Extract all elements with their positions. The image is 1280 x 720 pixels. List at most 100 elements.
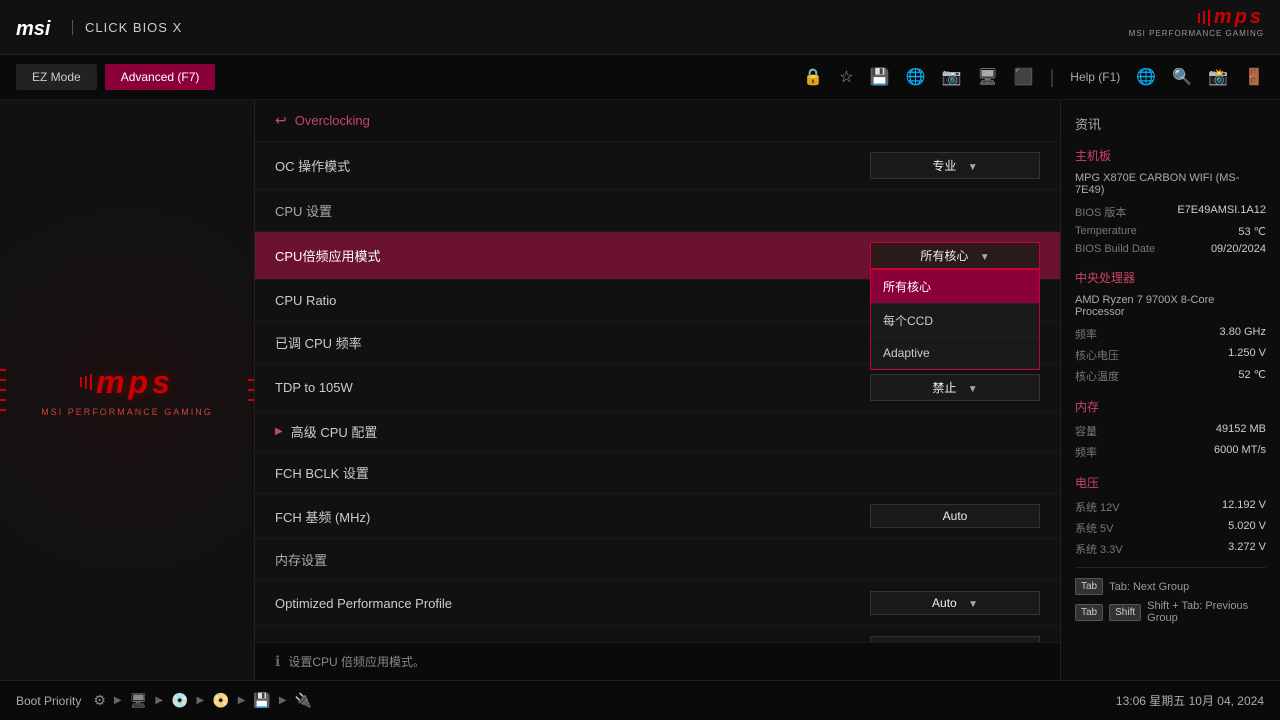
bios-version-value: E7E49AMSI.1A12 [1177, 204, 1266, 220]
v12-value: 12.192 V [1222, 499, 1266, 515]
cpu-ratio-mode-label: CPU倍频应用模式 [275, 246, 380, 265]
boot-arrow-4: ▶ [238, 695, 246, 706]
advanced-cpu-row[interactable]: ▶ 高级 CPU 配置 [255, 412, 1060, 452]
shortcut2-text: Shift + Tab: Previous Group [1147, 600, 1266, 624]
advanced-cpu-label: 高级 CPU 配置 [291, 422, 378, 441]
info-title: 资讯 [1075, 114, 1266, 133]
shortcut1-row: Tab Tab: Next Group [1075, 578, 1266, 595]
sidebar-lines-right [248, 377, 254, 403]
exit-icon[interactable]: 🚪 [1244, 67, 1264, 87]
boot-icon-4[interactable]: 📀 [212, 692, 229, 709]
cpu-ratio-dropdown-menu[interactable]: 所有核心 每个CCD Adaptive [870, 269, 1040, 370]
v33-row: 系统 3.3V 3.272 V [1075, 541, 1266, 557]
cpu-ratio-down-arrow: ▼ [980, 252, 990, 263]
msi-logo-icon: msi [16, 15, 56, 39]
cpu-ratio-label: CPU Ratio [275, 293, 336, 308]
temperature-row: Temperature 53 ℃ [1075, 225, 1266, 238]
chip-icon[interactable]: ⬛ [1014, 67, 1034, 87]
shortcut1-key: Tab [1075, 578, 1103, 595]
fch-freq-value[interactable]: Auto [870, 504, 1040, 528]
search-icon[interactable]: 🔍 [1172, 67, 1192, 87]
boot-arrow-3: ▶ [197, 695, 205, 706]
mem-size-label: 容量 [1075, 423, 1097, 439]
boot-priority-label: Boot Priority [16, 694, 81, 708]
fch-freq-row: FCH 基频 (MHz) Auto [255, 494, 1060, 539]
mem-settings-label: 内存设置 [275, 550, 327, 569]
bios-version-label: BIOS 版本 [1075, 204, 1126, 220]
boot-icon-1[interactable]: ⚙ [93, 692, 106, 709]
save-icon[interactable]: 💾 [870, 67, 890, 87]
star-icon[interactable]: ☆ [839, 67, 853, 87]
motherboard-name: MPG X870E CARBON WIFI (MS-7E49) [1075, 172, 1266, 196]
tdp-row: TDP to 105W 禁止 ▼ [255, 364, 1060, 412]
advanced-mode-button[interactable]: Advanced (F7) [105, 64, 216, 90]
help-text[interactable]: Help (F1) [1070, 70, 1120, 84]
cpu-name: AMD Ryzen 7 9700X 8-Core Processor [1075, 294, 1266, 318]
bottom-bar: Boot Priority ⚙ ▶ 🖥 ▶ 💿 ▶ 📀 ▶ 💾 ▶ 🔌 13:0… [0, 680, 1280, 720]
screenshot-icon[interactable]: 📸 [1208, 67, 1228, 87]
cpu-voltage-value: 1.250 V [1228, 347, 1266, 363]
bios-build-value: 09/20/2024 [1211, 243, 1266, 255]
boot-priority-area: Boot Priority ⚙ ▶ 🖥 ▶ 💿 ▶ 📀 ▶ 💾 ▶ 🔌 [16, 692, 312, 709]
oc-mode-value[interactable]: 专业 ▼ [870, 152, 1040, 179]
breadcrumb-text: Overclocking [295, 113, 370, 128]
boot-icon-3[interactable]: 💿 [171, 692, 188, 709]
shortcut2-shift-key: Shift [1109, 604, 1141, 621]
mem-settings-row: 内存设置 [255, 539, 1060, 581]
topbar-left: msi CLICK BIOS X [16, 15, 182, 39]
sidebar-lines-left [0, 367, 6, 413]
boot-icon-6[interactable]: 🔌 [295, 692, 312, 709]
monitor-icon[interactable]: 🖥 [977, 67, 997, 87]
cpu-settings-label: CPU 设置 [275, 201, 332, 220]
opt-perf-value[interactable]: Auto ▼ [870, 591, 1040, 615]
tdp-arrow: ▼ [968, 384, 978, 395]
cpu-ratio-mode-value[interactable]: 所有核心 ▼ [870, 242, 1040, 269]
voltage-section: 电压 [1075, 474, 1266, 491]
camera-icon[interactable]: 📷 [941, 67, 961, 87]
main-layout: mps MSI PERFORMANCE GAMING ↩ Overclockin… [0, 100, 1280, 680]
mem-freq-row: 频率 6000 MT/s [1075, 444, 1266, 460]
cpu-ratio-mode-dropdown-container: 所有核心 ▼ 所有核心 每个CCD Adaptive [870, 242, 1040, 269]
fch-bclk-row: FCH BCLK 设置 [255, 452, 1060, 494]
navbar: EZ Mode Advanced (F7) 🔒 ☆ 💾 🌐 📷 🖥 ⬛ | He… [0, 55, 1280, 100]
mpg-lines [1198, 10, 1210, 26]
mem-freq-label: 频率 [1075, 444, 1097, 460]
datetime: 13:06 星期五 10月 04, 2024 [1116, 692, 1264, 709]
dropdown-option-adaptive[interactable]: Adaptive [871, 338, 1039, 369]
click-bios-title: CLICK BIOS X [72, 20, 182, 35]
mem-size-value: 49152 MB [1216, 423, 1266, 439]
mem-size-row: 容量 49152 MB [1075, 423, 1266, 439]
cpu-settings-row: CPU 设置 [255, 190, 1060, 232]
tdp-value[interactable]: 禁止 ▼ [870, 374, 1040, 401]
cpu-ratio-mode-row[interactable]: CPU倍频应用模式 所有核心 ▼ 所有核心 每个CCD Adaptive [255, 232, 1060, 280]
hint-icon: ℹ [275, 653, 280, 670]
v33-value: 3.272 V [1228, 541, 1266, 557]
memory-section: 内存 [1075, 398, 1266, 415]
cpu-temp-value: 52 ℃ [1238, 368, 1266, 384]
navbar-left: EZ Mode Advanced (F7) [16, 64, 215, 90]
dropdown-option-all-cores[interactable]: 所有核心 [871, 270, 1039, 304]
navbar-right: 🔒 ☆ 💾 🌐 📷 🖥 ⬛ | Help (F1) 🌐 🔍 📸 🚪 [803, 67, 1264, 88]
boot-icon-2[interactable]: 🖥 [130, 692, 148, 709]
settings-table: OC 操作模式 专业 ▼ CPU 设置 CPU倍频应用模式 所有核心 [255, 142, 1060, 674]
cpu-temp-label: 核心温度 [1075, 368, 1119, 384]
nav-divider: | [1050, 67, 1055, 88]
boot-icon-5[interactable]: 💾 [253, 692, 270, 709]
fch-bclk-label: FCH BCLK 设置 [275, 463, 369, 482]
msi-logo: msi [16, 15, 56, 39]
language-icon[interactable]: 🌐 [1136, 67, 1156, 87]
cpu-voltage-label: 核心电压 [1075, 347, 1119, 363]
ez-mode-button[interactable]: EZ Mode [16, 64, 97, 90]
cpu-section: 中央处理器 [1075, 269, 1266, 286]
bios-version-row: BIOS 版本 E7E49AMSI.1A12 [1075, 204, 1266, 220]
boot-icons: ⚙ ▶ 🖥 ▶ 💿 ▶ 📀 ▶ 💾 ▶ 🔌 [93, 692, 312, 709]
dropdown-option-per-ccd[interactable]: 每个CCD [871, 304, 1039, 338]
sidebar-bg-pattern [0, 100, 254, 680]
hint-text: 设置CPU 倍频应用模式。 [288, 653, 425, 670]
hint-area: ℹ 设置CPU 倍频应用模式。 [255, 642, 1060, 680]
v5-label: 系统 5V [1075, 520, 1114, 536]
globe-icon[interactable]: 🌐 [906, 67, 926, 87]
lock-icon[interactable]: 🔒 [803, 67, 823, 87]
back-arrow-icon[interactable]: ↩ [275, 112, 287, 129]
v12-row: 系统 12V 12.192 V [1075, 499, 1266, 515]
